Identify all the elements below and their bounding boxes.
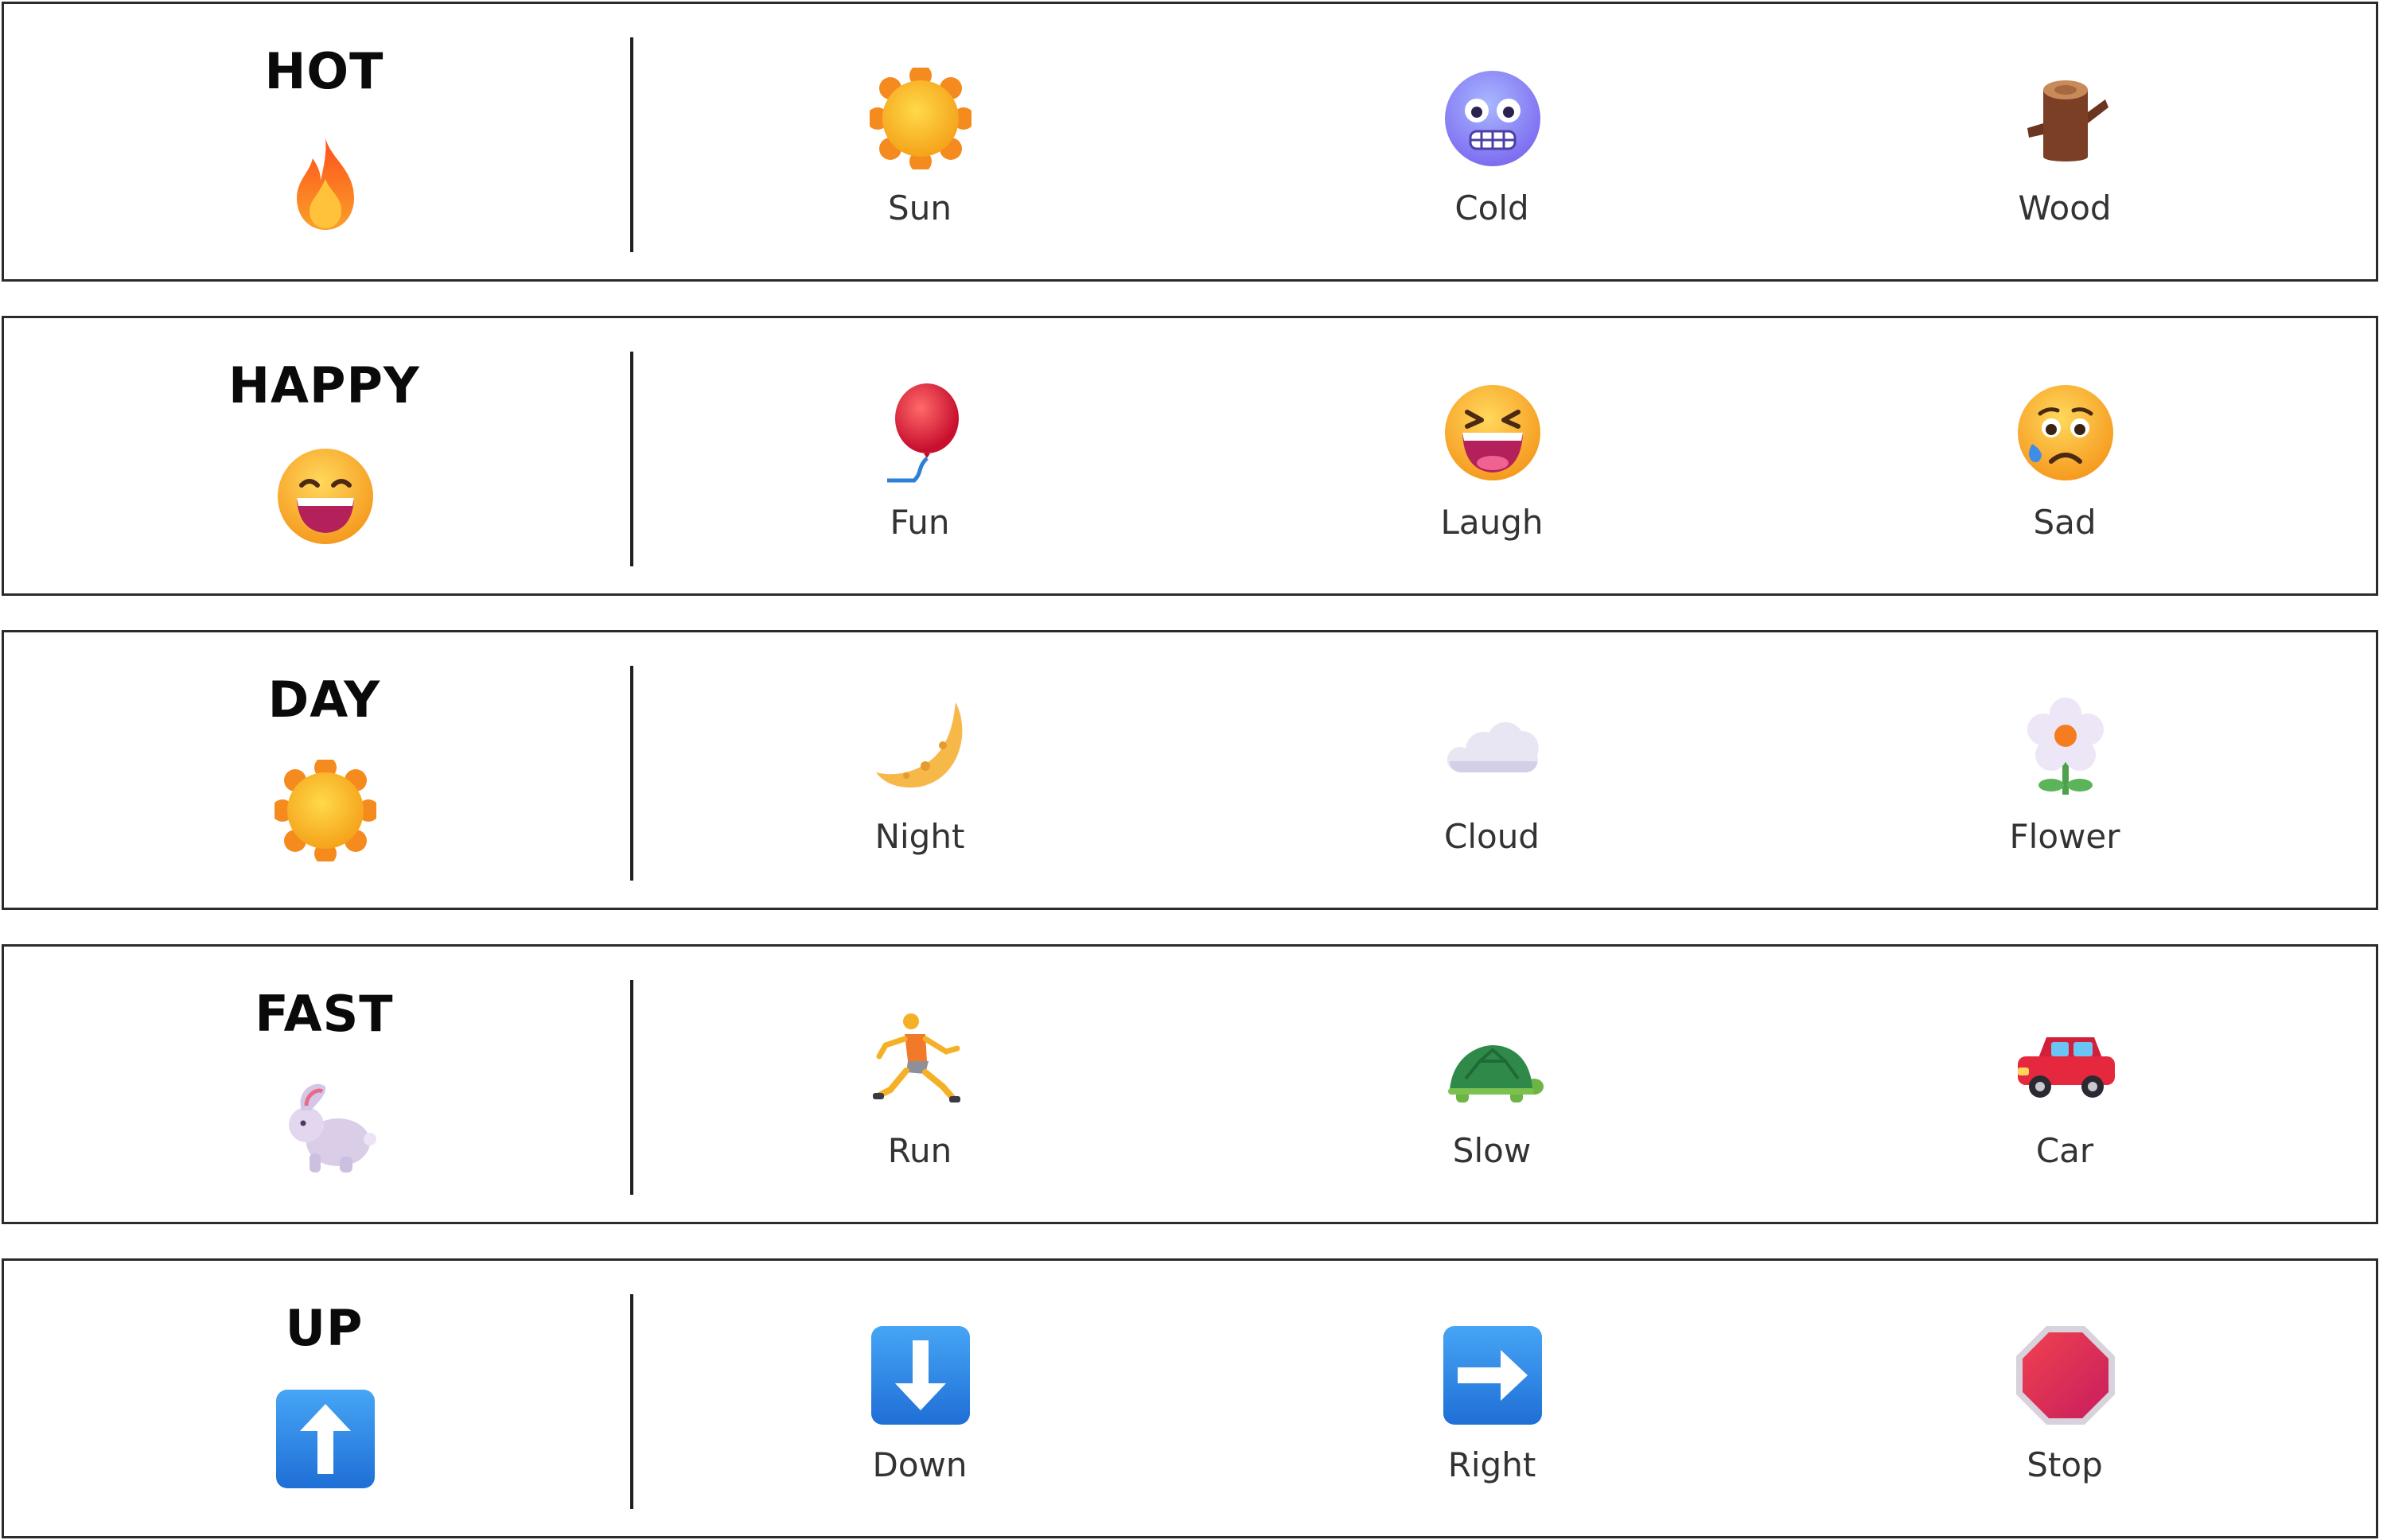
target-word: DAY xyxy=(267,671,381,729)
option-label: Down xyxy=(872,1445,968,1484)
divider xyxy=(630,980,633,1195)
option-label: Wood xyxy=(2018,189,2112,228)
option-wood[interactable]: Wood xyxy=(1945,68,2184,259)
wood-log-icon xyxy=(2015,68,2116,169)
stop-sign-icon xyxy=(2015,1324,2116,1426)
option-run[interactable]: Run xyxy=(800,1010,1039,1201)
down-arrow-icon xyxy=(870,1324,972,1426)
balloon-icon xyxy=(870,382,972,484)
car-icon xyxy=(2015,1010,2116,1112)
option-label: Cloud xyxy=(1444,817,1540,856)
option-cold[interactable]: Cold xyxy=(1373,68,1611,259)
grinning-face-icon xyxy=(275,445,376,547)
turtle-icon xyxy=(1442,1010,1544,1112)
sun-icon xyxy=(870,68,972,169)
quiz-row-happy: HAPPY Fun Laugh Sad xyxy=(2,316,2378,596)
up-arrow-icon xyxy=(275,1388,376,1490)
option-stop[interactable]: Stop xyxy=(1945,1324,2184,1515)
target-word: HAPPY xyxy=(228,356,420,414)
option-fun[interactable]: Fun xyxy=(800,382,1039,573)
option-label: Slow xyxy=(1452,1131,1532,1170)
option-label: Laugh xyxy=(1440,503,1544,542)
option-laugh[interactable]: Laugh xyxy=(1373,382,1611,573)
sun-icon xyxy=(275,760,376,861)
option-sad[interactable]: Sad xyxy=(1945,382,2184,573)
option-label: Fun xyxy=(890,503,950,542)
flower-icon xyxy=(2015,696,2116,798)
runner-icon xyxy=(870,1010,972,1112)
divider xyxy=(630,1294,633,1509)
option-car[interactable]: Car xyxy=(1945,1010,2184,1201)
divider xyxy=(630,37,633,252)
quiz-row-up: UP Down Right Stop xyxy=(2,1258,2378,1538)
quiz-row-hot: HOT Sun Cold Wood xyxy=(2,2,2378,282)
option-label: Flower xyxy=(2009,817,2120,856)
option-down[interactable]: Down xyxy=(800,1324,1039,1515)
option-flower[interactable]: Flower xyxy=(1945,696,2184,887)
divider xyxy=(630,666,633,881)
option-label: Stop xyxy=(2027,1445,2103,1484)
target-word: HOT xyxy=(264,42,384,100)
option-label: Right xyxy=(1447,1445,1536,1484)
option-label: Run xyxy=(887,1131,952,1170)
cold-face-icon xyxy=(1442,68,1544,169)
divider xyxy=(630,352,633,566)
fire-icon xyxy=(275,131,376,233)
option-label: Sad xyxy=(2033,503,2097,542)
option-label: Sun xyxy=(888,189,952,228)
cloud-icon xyxy=(1442,696,1544,798)
option-night[interactable]: Night xyxy=(800,696,1039,887)
rabbit-icon xyxy=(275,1074,376,1176)
option-cloud[interactable]: Cloud xyxy=(1373,696,1611,887)
option-right[interactable]: Right xyxy=(1373,1324,1611,1515)
crescent-moon-icon xyxy=(870,696,972,798)
target-word: FAST xyxy=(255,985,394,1043)
option-label: Night xyxy=(874,817,965,856)
option-slow[interactable]: Slow xyxy=(1373,1010,1611,1201)
target-word: UP xyxy=(285,1299,364,1357)
sad-face-icon xyxy=(2015,382,2116,484)
option-label: Cold xyxy=(1454,189,1529,228)
quiz-row-day: DAY Night Cloud Flower xyxy=(2,630,2378,910)
option-sun[interactable]: Sun xyxy=(800,68,1039,259)
option-label: Car xyxy=(2035,1131,2094,1170)
laughing-face-icon xyxy=(1442,382,1544,484)
right-arrow-icon xyxy=(1442,1324,1544,1426)
quiz-row-fast: FAST Run Slow Car xyxy=(2,944,2378,1224)
